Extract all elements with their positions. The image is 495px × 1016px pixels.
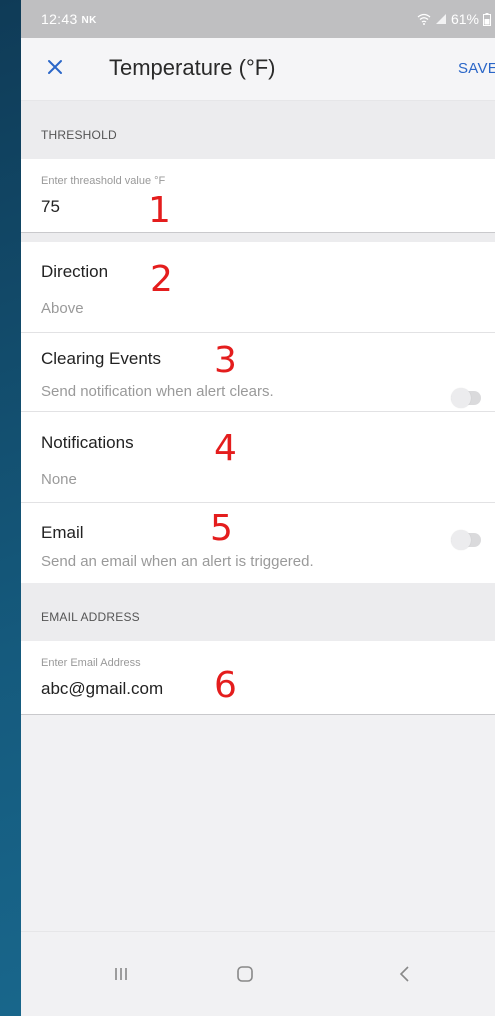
email-title: Email (41, 523, 84, 542)
clearing-events-title: Clearing Events (41, 349, 162, 368)
direction-row[interactable]: Direction Above (21, 242, 495, 333)
threshold-field-value[interactable]: 75 (41, 197, 60, 217)
toggle-knob (451, 530, 471, 550)
save-button[interactable]: SAVE (458, 60, 495, 77)
status-time: 12:43 NK (41, 11, 97, 27)
annotation-number: 4 (214, 428, 237, 469)
email-header-text: EMAIL ADDRESS (41, 610, 140, 624)
signal-icon (435, 14, 446, 24)
annotation-number: 3 (214, 340, 237, 381)
annotation-number: 5 (210, 508, 233, 549)
section-spacer (21, 233, 495, 242)
close-icon[interactable] (43, 55, 67, 79)
wifi-icon (417, 13, 431, 25)
threshold-header-text: THRESHOLD (41, 128, 117, 142)
threshold-field[interactable]: Enter threashold value °F 75 (21, 159, 495, 233)
annotation-number: 1 (148, 190, 171, 231)
annotation-number: 2 (150, 259, 173, 300)
status-right: 61% (417, 11, 491, 27)
email-field-label: Enter Email Address (41, 657, 141, 669)
clearing-events-row[interactable]: Clearing Events Send notification when a… (21, 333, 495, 412)
phone-screen: 12:43 NK 61% Temperature (°F) SAVE THRESH… (21, 0, 495, 1016)
home-icon[interactable] (231, 960, 259, 988)
navigation-bar (21, 931, 495, 1016)
email-field-value[interactable]: abc@gmail.com (41, 679, 163, 699)
threshold-field-underline (21, 232, 495, 233)
threshold-section-header: THRESHOLD (21, 101, 495, 159)
email-field-underline (21, 714, 495, 715)
direction-value: Above (41, 300, 84, 317)
battery-icon (483, 12, 491, 26)
battery-percent: 61% (450, 11, 479, 27)
email-subtitle: Send an email when an alert is triggered… (41, 553, 314, 570)
toggle-knob (451, 388, 471, 408)
email-row[interactable]: Email Send an email when an alert is tri… (21, 503, 495, 583)
email-address-field[interactable]: Enter Email Address abc@gmail.com (21, 641, 495, 715)
notifications-value: None (41, 471, 77, 488)
threshold-field-label: Enter threashold value °F (41, 175, 166, 187)
app-bar: Temperature (°F) SAVE (21, 38, 495, 101)
clearing-events-toggle[interactable] (451, 388, 481, 408)
page-title: Temperature (°F) (109, 55, 276, 80)
carrier-label: NK (81, 15, 97, 26)
back-icon[interactable] (391, 960, 419, 988)
recent-apps-icon[interactable] (107, 960, 135, 988)
status-bar: 12:43 NK 61% (21, 0, 495, 38)
clearing-events-subtitle: Send notification when alert clears. (41, 383, 274, 400)
annotation-number: 6 (214, 665, 237, 706)
email-toggle[interactable] (451, 530, 481, 550)
email-section-header: EMAIL ADDRESS (21, 583, 495, 641)
clock-text: 12:43 (41, 11, 78, 27)
notifications-row[interactable]: Notifications None (21, 412, 495, 503)
notifications-title: Notifications (41, 433, 134, 452)
direction-title: Direction (41, 262, 109, 281)
